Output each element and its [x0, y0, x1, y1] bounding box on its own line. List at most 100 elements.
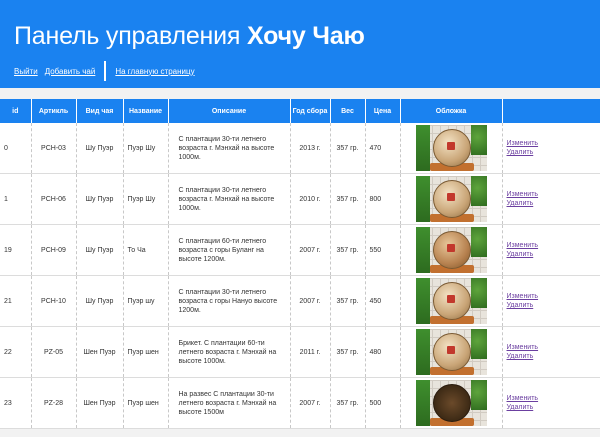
row-actions: Изменить Удалить: [502, 377, 600, 429]
table-row: 23 PZ-28 Шен Пуэр Пуэр шен На развес С плант…: [0, 377, 600, 429]
delete-link[interactable]: Удалить: [507, 352, 596, 361]
column-header: Вес: [330, 99, 366, 123]
nav-divider: [104, 61, 107, 81]
table-row: 0 PCH-03 Шу Пуэр Пуэр Шу С плантации 30-ти л…: [0, 123, 600, 174]
row-kind: Шу Пуэр: [76, 123, 124, 174]
row-price: 450: [365, 275, 401, 327]
row-year: 2010 г.: [290, 173, 331, 225]
row-price: 470: [365, 123, 401, 174]
row-id: 19: [0, 224, 32, 276]
row-name: Пуэр шу: [123, 275, 169, 327]
table-row: 19 PCH-09 Шу Пуэр То Ча С плантации 60-ти ле…: [0, 224, 600, 276]
edit-link[interactable]: Изменить: [507, 190, 596, 199]
add-tea-link[interactable]: Добавить чай: [45, 67, 96, 76]
brand-name: Хочу Чаю: [247, 22, 365, 50]
admin-header: Панель управления Хочу Чаю Выйти Добавит…: [0, 0, 600, 88]
row-sku: PCH-03: [31, 123, 77, 174]
row-weight: 357 гр.: [330, 326, 366, 378]
tea-cake-image: [415, 227, 487, 273]
row-name: То Ча: [123, 224, 169, 276]
row-cover: [400, 173, 503, 225]
tea-cake-image: [415, 176, 487, 222]
row-weight: 357 гр.: [330, 123, 366, 174]
row-actions: Изменить Удалить: [502, 173, 600, 225]
tea-cake-image: [415, 329, 487, 375]
row-description: С плантации 30-ти летнего возраста г. Мэ…: [168, 123, 291, 174]
row-cover: [400, 275, 503, 327]
row-description: С плантации 30-ти летнего возраста г. Мэ…: [168, 173, 291, 225]
page-title-prefix: Панель управления: [14, 22, 241, 50]
row-cover: [400, 326, 503, 378]
row-id: 23: [0, 377, 32, 429]
row-cover: [400, 123, 503, 174]
edit-link[interactable]: Изменить: [507, 139, 596, 148]
row-id: 22: [0, 326, 32, 378]
column-header: id: [0, 99, 32, 123]
table-header-row: id Артикль Вид чая Название Описание Год сбор…: [0, 99, 600, 123]
row-kind: Шу Пуэр: [76, 173, 124, 225]
tea-table: id Артикль Вид чая Название Описание Год сбор…: [0, 99, 600, 429]
row-kind: Шу Пуэр: [76, 224, 124, 276]
row-description: С плантации 60-ти летнего возраста с гор…: [168, 224, 291, 276]
row-description: С плантации 30-ти летнего возраста с гор…: [168, 275, 291, 327]
row-description: На развес С плантации 30-ти летнего возр…: [168, 377, 291, 429]
row-price: 550: [365, 224, 401, 276]
column-header: Артикль: [31, 99, 77, 123]
admin-nav: Выйти Добавить чай На главную страницу: [14, 60, 202, 82]
table-row: 21 PCH-10 Шу Пуэр Пуэр шу С плантации 30-ти …: [0, 275, 600, 327]
row-weight: 357 гр.: [330, 173, 366, 225]
table-row: 22 PZ-05 Шен Пуэр Пуэр шен Брикет. С плантац…: [0, 326, 600, 378]
delete-link[interactable]: Удалить: [507, 403, 596, 412]
row-name: Пуэр шен: [123, 377, 169, 429]
edit-link[interactable]: Изменить: [507, 394, 596, 403]
row-name: Пуэр Шу: [123, 123, 169, 174]
row-name: Пуэр Шу: [123, 173, 169, 225]
row-price: 500: [365, 377, 401, 429]
row-name: Пуэр шен: [123, 326, 169, 378]
row-sku: PCH-06: [31, 173, 77, 225]
row-sku: PZ-05: [31, 326, 77, 378]
row-year: 2007 г.: [290, 224, 331, 276]
row-actions: Изменить Удалить: [502, 326, 600, 378]
column-header: Год сбора: [290, 99, 331, 123]
row-cover: [400, 377, 503, 429]
delete-link[interactable]: Удалить: [507, 301, 596, 310]
row-description: Брикет. С плантации 60-ти летнего возрас…: [168, 326, 291, 378]
page-title: Панель управления Хочу Чаю: [14, 22, 365, 51]
row-weight: 357 гр.: [330, 275, 366, 327]
row-kind: Шу Пуэр: [76, 275, 124, 327]
edit-link[interactable]: Изменить: [507, 343, 596, 352]
delete-link[interactable]: Удалить: [507, 250, 596, 259]
delete-link[interactable]: Удалить: [507, 199, 596, 208]
row-sku: PZ-28: [31, 377, 77, 429]
column-header: Описание: [168, 99, 291, 123]
tea-cake-image: [415, 125, 487, 171]
loose-tea-image: [415, 380, 487, 426]
edit-link[interactable]: Изменить: [507, 241, 596, 250]
row-actions: Изменить Удалить: [502, 224, 600, 276]
delete-link[interactable]: Удалить: [507, 148, 596, 157]
row-weight: 357 гр.: [330, 224, 366, 276]
row-id: 0: [0, 123, 32, 174]
column-header: Название: [123, 99, 169, 123]
home-link[interactable]: На главную страницу: [115, 67, 194, 76]
row-id: 21: [0, 275, 32, 327]
header-gap: [0, 88, 600, 99]
column-header: [502, 99, 600, 123]
row-actions: Изменить Удалить: [502, 123, 600, 174]
edit-link[interactable]: Изменить: [507, 292, 596, 301]
row-year: 2007 г.: [290, 275, 331, 327]
column-header: Цена: [365, 99, 401, 123]
column-header: Вид чая: [76, 99, 124, 123]
row-actions: Изменить Удалить: [502, 275, 600, 327]
row-price: 480: [365, 326, 401, 378]
row-weight: 357 гр.: [330, 377, 366, 429]
row-cover: [400, 224, 503, 276]
row-kind: Шен Пуэр: [76, 377, 124, 429]
row-year: 2011 г.: [290, 326, 331, 378]
logout-link[interactable]: Выйти: [14, 67, 38, 76]
row-id: 1: [0, 173, 32, 225]
row-year: 2007 г.: [290, 377, 331, 429]
row-sku: PCH-09: [31, 224, 77, 276]
row-year: 2013 г.: [290, 123, 331, 174]
